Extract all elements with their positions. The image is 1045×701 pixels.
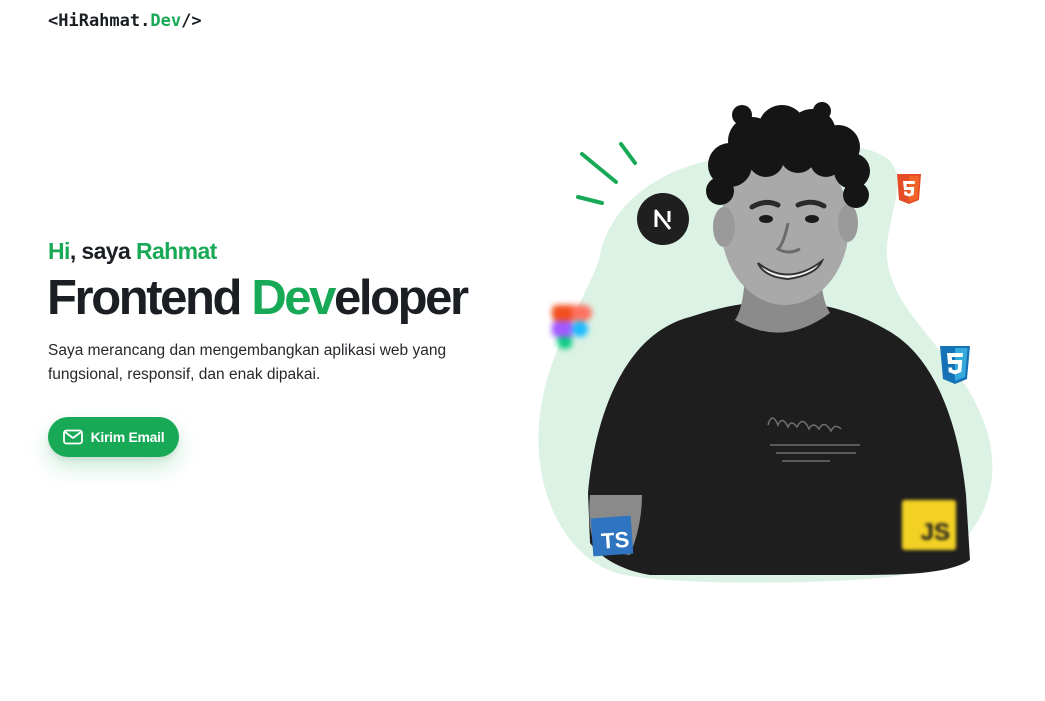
title-accent: Dev	[251, 271, 336, 325]
hero-illustration: TS JS	[530, 95, 1010, 585]
greeting-name: Rahmat	[135, 238, 217, 264]
page: <HiRahmat.Dev/> Hi, saya Rahmat Frontend…	[0, 0, 1045, 701]
nextjs-icon	[637, 193, 689, 245]
logo-prefix: <HiRahmat.	[48, 11, 151, 31]
hero-title: Frontend Developer	[47, 270, 469, 326]
hero-greeting: Hi, saya Rahmat	[48, 238, 217, 265]
figma-icon	[552, 303, 592, 359]
greeting-hi: Hi	[48, 238, 70, 264]
send-email-label: Kirim Email	[90, 429, 165, 445]
typescript-icon: TS	[590, 515, 634, 557]
site-logo[interactable]: <HiRahmat.Dev/>	[48, 11, 202, 31]
sparkle-icon	[576, 142, 637, 205]
logo-accent: Dev	[150, 11, 182, 31]
logo-suffix: />	[181, 11, 202, 31]
greeting-middle: , saya	[69, 238, 136, 264]
css3-icon	[937, 345, 973, 385]
send-email-button[interactable]: Kirim Email	[48, 417, 179, 457]
title-part2: eloper	[334, 271, 469, 325]
title-part1: Frontend	[47, 271, 252, 325]
html5-icon	[895, 173, 923, 205]
javascript-icon: JS	[902, 500, 956, 550]
mail-icon	[62, 429, 83, 445]
hero-description: Saya merancang dan mengembangkan aplikas…	[48, 342, 447, 383]
